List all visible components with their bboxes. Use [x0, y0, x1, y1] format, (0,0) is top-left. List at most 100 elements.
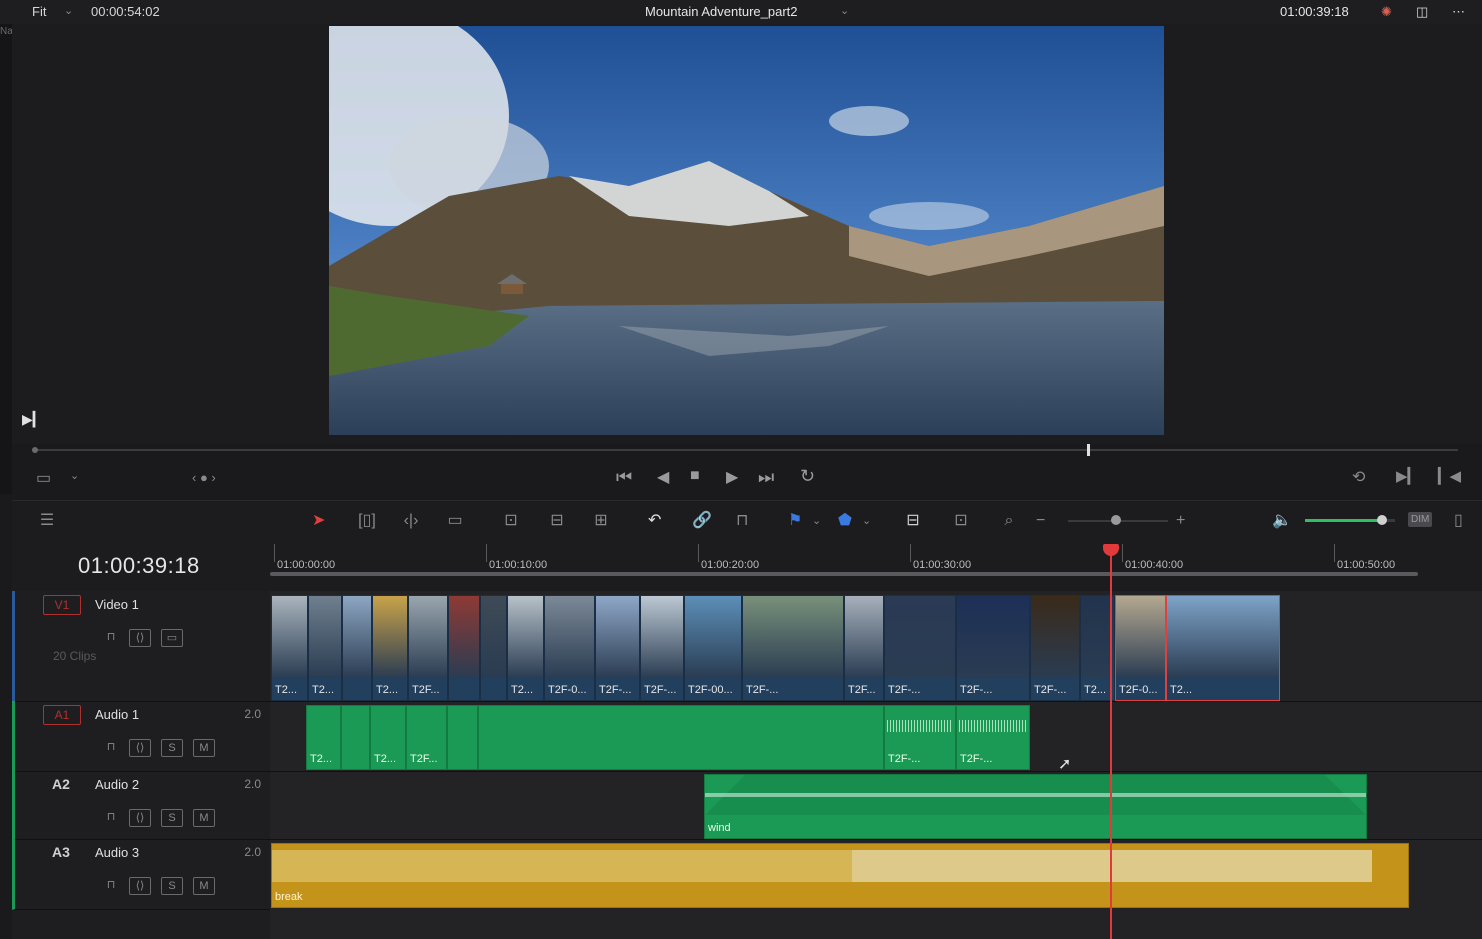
audio-clip[interactable]: T2F-... — [884, 705, 956, 770]
volume-slider-handle[interactable] — [1376, 515, 1387, 525]
track-header-a2[interactable]: A2 Audio 2 2.0 ⊓ ⟨⟩ S M — [12, 771, 273, 840]
solo-button[interactable]: S — [161, 809, 183, 827]
timeline-view-icon[interactable]: ☰ — [32, 511, 62, 531]
video-clip[interactable]: T2F-0... — [1115, 595, 1166, 701]
loop-icon[interactable]: ↻ — [800, 466, 815, 487]
title-chevron-icon[interactable]: ⌄ — [840, 4, 849, 17]
marker-chevron-icon[interactable]: ⌄ — [862, 511, 871, 531]
track-tag[interactable]: V1 — [43, 595, 81, 615]
selection-tool-icon[interactable]: ➤ — [312, 511, 325, 531]
audio-clip-break[interactable]: break — [271, 843, 1409, 908]
auto-select-icon[interactable]: ⟨⟩ — [129, 739, 151, 757]
mute-button[interactable]: M — [193, 877, 215, 895]
video-clip[interactable]: T2F-... — [742, 595, 844, 701]
audio-clip[interactable]: T2... — [306, 705, 341, 770]
auto-select-icon[interactable]: ⟨⟩ — [129, 877, 151, 895]
track-tag[interactable]: A1 — [43, 705, 81, 725]
audio-clip[interactable] — [478, 705, 884, 770]
audio-clip-wind[interactable]: wind — [704, 774, 1367, 839]
timeline-tracks[interactable]: T2... T2... T2... T2F... T2... T2F-0... T2F-..… — [270, 591, 1482, 939]
video-clip[interactable]: T2F-... — [1030, 595, 1080, 701]
video-clip[interactable]: T2F-0... — [544, 595, 595, 701]
audio-clip[interactable] — [341, 705, 370, 770]
overwrite-clip-icon[interactable]: ⊟ — [542, 511, 572, 531]
blade-icon[interactable]: ▭ — [440, 511, 470, 531]
zoom-full-icon[interactable]: ⊟ — [898, 511, 928, 531]
fit-dropdown[interactable]: Fit — [32, 4, 46, 19]
snapping-icon[interactable]: ↶ — [648, 511, 661, 531]
lock-icon[interactable]: ⊓ — [101, 739, 121, 755]
timeline-scroll-bar[interactable] — [270, 572, 1418, 576]
link-icon[interactable]: 🔗 — [692, 511, 712, 531]
dim-button[interactable]: DIM — [1408, 512, 1433, 527]
flag-icon[interactable]: ⚑ — [788, 511, 802, 531]
zoom-out-icon[interactable]: − — [1036, 511, 1045, 531]
video-clip[interactable]: T2F-00... — [684, 595, 742, 701]
scrubber-playhead[interactable] — [1087, 444, 1091, 456]
skip-end-icon[interactable]: ⏭ — [758, 467, 774, 488]
video-clip[interactable]: T2F-... — [595, 595, 640, 701]
prev-edit-icon[interactable]: ▎◀ — [1438, 467, 1461, 485]
auto-select-icon[interactable]: ⟨⟩ — [129, 809, 151, 827]
video-clip[interactable]: T2F... — [844, 595, 884, 701]
more-options-icon[interactable]: ⋯ — [1452, 4, 1465, 20]
track-enable-icon[interactable]: ▭ — [161, 629, 183, 647]
auto-select-icon[interactable]: ⟨⟩ — [129, 629, 151, 647]
viewer-scrubber[interactable] — [32, 449, 1458, 451]
lock-icon[interactable]: ⊓ — [101, 809, 121, 825]
audio-clip[interactable]: T2... — [370, 705, 406, 770]
play-icon[interactable]: ▶▎ — [22, 411, 44, 428]
replace-clip-icon[interactable]: ⊞ — [586, 511, 616, 531]
color-wheel-icon[interactable]: ✺ — [1381, 4, 1392, 20]
trim-icon[interactable]: [▯] — [350, 511, 384, 531]
track-header-a1[interactable]: A1 Audio 1 2.0 ⊓ ⟨⟩ S M — [12, 701, 273, 772]
video-clip[interactable]: T2F-... — [956, 595, 1030, 701]
chevron-down-icon[interactable]: ⌄ — [64, 4, 73, 17]
lock-icon[interactable]: ⊓ — [101, 629, 121, 645]
match-frame-icon[interactable]: ⟲ — [1352, 467, 1365, 487]
zoom-slider-handle[interactable] — [1111, 515, 1121, 525]
track-tag[interactable]: A2 — [43, 775, 79, 793]
video-clip[interactable]: T2... — [507, 595, 544, 701]
layout-icon[interactable]: ◫ — [1416, 4, 1428, 20]
video-clip[interactable]: T2... — [271, 595, 308, 701]
volume-icon[interactable]: 🔈 — [1272, 511, 1292, 531]
video-clip[interactable]: T2F... — [408, 595, 448, 701]
audio-clip[interactable]: T2F-... — [956, 705, 1030, 770]
flag-chevron-icon[interactable]: ⌄ — [812, 511, 821, 531]
track-tag[interactable]: A3 — [43, 843, 79, 861]
panel-toggle-icon[interactable]: ▯ — [1454, 511, 1463, 531]
play-forward-icon[interactable]: ▶ — [726, 467, 738, 487]
lock-icon[interactable]: ⊓ — [736, 511, 748, 531]
insert-clip-icon[interactable]: ⊡ — [496, 511, 526, 531]
video-clip[interactable] — [480, 595, 507, 701]
timeline-title[interactable]: Mountain Adventure_part2 — [645, 4, 798, 19]
viewer-mode-icon[interactable]: ▭ — [36, 468, 51, 488]
video-clip[interactable]: T2... — [1166, 595, 1280, 701]
stop-icon[interactable]: ■ — [690, 467, 700, 485]
video-clip[interactable]: T2F-... — [884, 595, 956, 701]
step-back-icon[interactable]: ◀ — [657, 467, 669, 487]
viewer-mode-chevron-icon[interactable]: ⌄ — [70, 469, 79, 482]
timeline-ruler[interactable]: 01:00:00:00 01:00:10:00 01:00:20:00 01:00:3… — [270, 541, 1482, 591]
zoom-in-icon[interactable]: + — [1176, 511, 1185, 531]
video-clip[interactable] — [448, 595, 480, 701]
video-clip[interactable]: T2... — [372, 595, 408, 701]
video-clip[interactable]: T2... — [308, 595, 342, 701]
mute-button[interactable]: M — [193, 739, 215, 757]
skip-start-icon[interactable]: ⏮ — [616, 467, 632, 488]
video-clip[interactable] — [342, 595, 372, 701]
solo-button[interactable]: S — [161, 877, 183, 895]
track-header-a3[interactable]: A3 Audio 3 2.0 ⊓ ⟨⟩ S M — [12, 839, 273, 910]
timeline-playhead[interactable] — [1110, 548, 1112, 939]
mute-button[interactable]: M — [193, 809, 215, 827]
solo-button[interactable]: S — [161, 739, 183, 757]
next-edit-icon[interactable]: ▶▎ — [1396, 467, 1419, 485]
dynamic-trim-icon[interactable]: ‹|› — [396, 511, 426, 531]
zoom-detail-icon[interactable]: ⊡ — [946, 511, 976, 531]
lock-icon[interactable]: ⊓ — [101, 877, 121, 893]
zoom-custom-icon[interactable]: ⌕ — [994, 511, 1024, 531]
audio-clip[interactable]: T2F... — [406, 705, 447, 770]
prev-icon[interactable]: ‹ ● › — [192, 470, 216, 485]
audio-clip[interactable] — [447, 705, 478, 770]
